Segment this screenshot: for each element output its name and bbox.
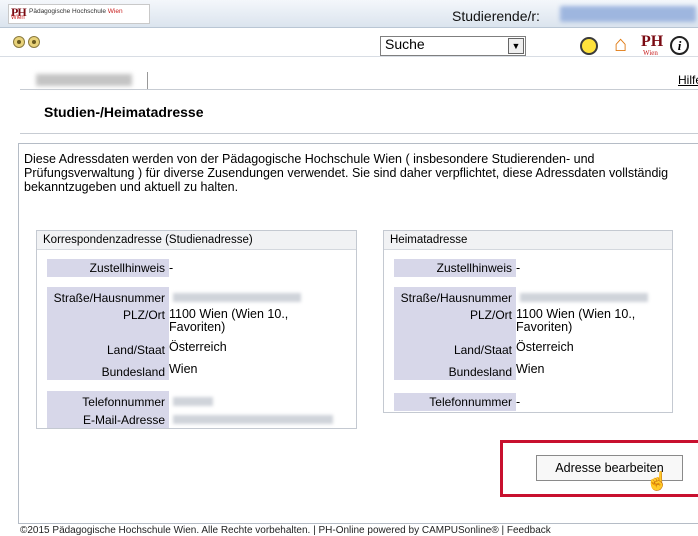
value-country: Österreich — [516, 340, 574, 354]
user-name-redacted — [560, 6, 696, 22]
value-delivery-note: - — [169, 261, 174, 275]
institution-name: Pädagogische Hochschule Wien — [29, 8, 123, 15]
tab-separator — [147, 72, 148, 89]
label-country: Land/Staat — [453, 343, 512, 357]
value-phone: - — [516, 395, 521, 409]
value-state: Wien — [516, 362, 545, 376]
label-street: Straße/Hausnummer — [53, 291, 165, 305]
value-delivery-note: - — [516, 261, 521, 275]
nav-circle-icon[interactable] — [28, 36, 40, 48]
value-state: Wien — [169, 362, 198, 376]
label-state: Bundesland — [101, 365, 165, 379]
label-zip: PLZ/Ort — [469, 308, 512, 322]
search-select[interactable]: Suche ▼ — [380, 36, 526, 56]
ph-logo[interactable]: PH Wien Pädagogische Hochschule Wien — [8, 4, 150, 24]
label-street: Straße/Hausnummer — [400, 291, 512, 305]
logo-subtext: Wien — [11, 15, 25, 21]
correspondence-panel: Korrespondenzadresse (Studienadresse) Zu… — [36, 230, 357, 429]
search-select-value: Suche — [385, 36, 425, 52]
panel-title: Heimatadresse — [390, 234, 468, 246]
divider — [20, 89, 698, 90]
divider — [20, 133, 698, 134]
page-title: Studien-/Heimatadresse — [44, 104, 204, 120]
info-icon[interactable]: i — [670, 36, 689, 55]
dropdown-arrow-icon[interactable]: ▼ — [508, 38, 524, 54]
panel-header: Korrespondenzadresse (Studienadresse) — [37, 231, 356, 250]
breadcrumb-redacted[interactable] — [36, 74, 132, 86]
label-email: E-Mail-Adresse — [82, 413, 165, 427]
nav-circle-icon[interactable] — [13, 36, 25, 48]
value-zip: 1100 Wien (Wien 10., Favoriten) — [169, 307, 289, 334]
panel-title: Korrespondenzadresse (Studienadresse) — [43, 234, 253, 246]
label-phone: Telefonnummer — [394, 393, 516, 411]
phone-value-redacted — [173, 397, 213, 406]
value-country: Österreich — [169, 340, 227, 354]
toolbar: Suche ▼ ⌂ PH Wien i — [0, 28, 698, 57]
label-delivery-note: Zustellhinweis — [394, 259, 516, 277]
street-value-redacted — [520, 293, 648, 302]
hand-cursor-icon: ☝ — [646, 471, 669, 491]
home-icon[interactable]: ⌂ — [614, 33, 627, 55]
top-bar: PH Wien Pädagogische Hochschule Wien Stu… — [0, 0, 698, 28]
role-label: Studierende/r: — [452, 8, 540, 24]
value-zip: 1100 Wien (Wien 10., Favoriten) — [516, 307, 636, 334]
label-zip: PLZ/Ort — [122, 308, 165, 322]
label-state: Bundesland — [448, 365, 512, 379]
footer-text: ©2015 Pädagogische Hochschule Wien. Alle… — [20, 525, 551, 536]
email-value-redacted — [173, 415, 333, 424]
help-link[interactable]: Hilfe — [678, 73, 698, 87]
intro-text: Diese Adressdaten werden von der Pädagog… — [24, 152, 669, 194]
label-country: Land/Staat — [106, 343, 165, 357]
home-address-panel: Heimatadresse Zustellhinweis - Straße/Ha… — [383, 230, 673, 413]
sun-icon[interactable] — [580, 37, 598, 55]
label-phone: Telefonnummer — [82, 395, 165, 409]
label-delivery-note: Zustellhinweis — [47, 259, 169, 277]
street-value-redacted — [173, 293, 301, 302]
panel-header: Heimatadresse — [384, 231, 672, 250]
ph-logo-icon[interactable]: PH Wien — [641, 33, 663, 57]
